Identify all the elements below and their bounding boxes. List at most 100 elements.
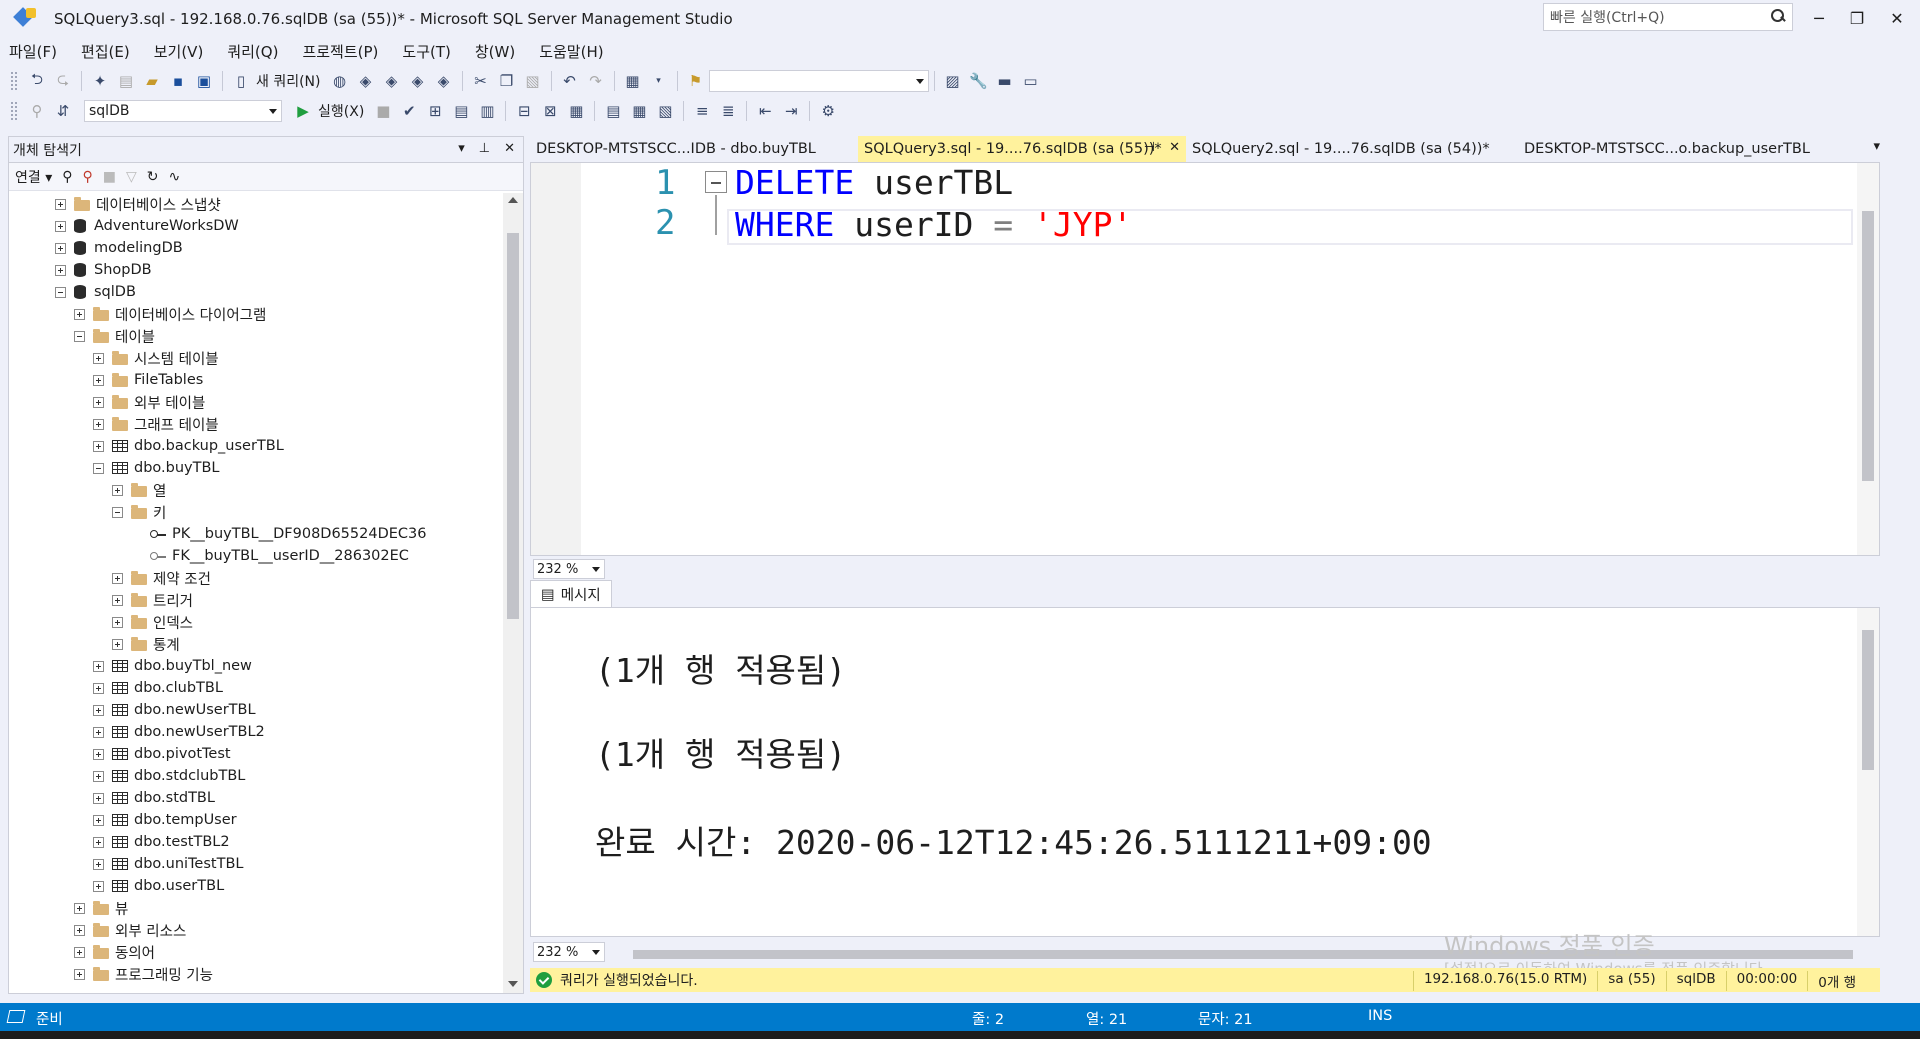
tree-node[interactable]: 데이터베이스 다이어그램 <box>74 303 266 325</box>
expand-icon[interactable] <box>93 352 104 364</box>
tree-node[interactable]: 그래프 테이블 <box>93 413 219 435</box>
collapse-icon[interactable] <box>705 171 727 193</box>
new-query-icon[interactable]: ▯ <box>230 70 252 92</box>
results-to-file-icon[interactable]: ▧ <box>654 100 676 122</box>
tree-node[interactable]: 제약 조건 <box>112 567 211 589</box>
code-line-2[interactable]: WHERE userID = 'JYP' <box>735 205 1132 244</box>
specify-values-icon[interactable]: ⚙ <box>817 100 839 122</box>
tree-node[interactable]: dbo.tempUser <box>93 809 237 831</box>
tree-node[interactable]: dbo.buyTbl_new <box>93 655 252 677</box>
back-icon[interactable]: ⮌ <box>26 70 48 92</box>
tab-overflow-icon[interactable]: ▾ <box>1873 139 1880 154</box>
code-line-1[interactable]: DELETE userTBL <box>735 163 1013 202</box>
object-explorer-scrollbar[interactable] <box>503 193 523 993</box>
tab-sqlquery2[interactable]: SQLQuery2.sql - 19....76.sqlDB (sa (54))… <box>1186 136 1518 162</box>
tree-node[interactable]: dbo.testTBL2 <box>93 831 230 853</box>
results-zoom-combo[interactable]: 232 % <box>533 942 605 962</box>
tree-node[interactable]: 데이터베이스 스냅샷 <box>55 193 221 215</box>
expand-icon[interactable] <box>112 572 123 584</box>
tree-node[interactable]: 인덱스 <box>112 611 193 633</box>
expand-icon[interactable] <box>55 198 66 210</box>
cut-icon[interactable]: ✂ <box>470 70 492 92</box>
menu-project[interactable]: 프로젝트(P) <box>299 41 381 62</box>
database-engine-query-icon[interactable]: ◍ <box>329 70 351 92</box>
connect-icon[interactable]: ⚲ <box>26 100 48 122</box>
tree-node[interactable]: sqlDB <box>55 281 136 303</box>
menu-window[interactable]: 창(W) <box>472 41 518 62</box>
save-all-icon[interactable]: ▣ <box>193 70 215 92</box>
collapse-icon[interactable] <box>55 286 66 298</box>
change-connection-icon[interactable]: ⇵ <box>52 100 74 122</box>
expand-icon[interactable] <box>93 880 104 892</box>
tree-node[interactable]: dbo.pivotTest <box>93 743 231 765</box>
intellisense-icon[interactable]: ▥ <box>476 100 498 122</box>
live-stats-icon[interactable]: ⊠ <box>539 100 561 122</box>
query-designer-icon[interactable]: ▤ <box>450 100 472 122</box>
close-icon[interactable]: ✕ <box>504 141 515 156</box>
scrollbar-thumb[interactable] <box>1862 630 1874 770</box>
tree-node[interactable]: 트리거 <box>112 589 193 611</box>
client-stats-icon[interactable]: ▦ <box>565 100 587 122</box>
include-plan-icon[interactable]: ⊟ <box>513 100 535 122</box>
comment-icon[interactable]: ≡ <box>691 100 713 122</box>
messages-scrollbar[interactable] <box>1857 608 1879 936</box>
tree-node[interactable]: dbo.uniTestTBL <box>93 853 243 875</box>
solution-explorer-icon[interactable]: ▨ <box>942 70 964 92</box>
find-in-files-icon[interactable]: ⚑ <box>685 70 707 92</box>
properties-icon[interactable]: 🔧 <box>968 70 990 92</box>
activity-monitor-icon[interactable]: ∿ <box>169 169 181 185</box>
refresh-icon[interactable]: ↻ <box>147 169 159 185</box>
expand-icon[interactable] <box>93 682 104 694</box>
expand-icon[interactable] <box>93 660 104 672</box>
menu-tools[interactable]: 도구(T) <box>399 41 453 62</box>
command-window-icon[interactable]: ▭ <box>1020 70 1042 92</box>
filter-icon[interactable]: ▽ <box>126 169 137 185</box>
cancel-query-icon[interactable]: ■ <box>372 100 394 122</box>
expand-icon[interactable] <box>74 968 85 980</box>
redo-icon[interactable]: ↷ <box>585 70 607 92</box>
menu-help[interactable]: 도움말(H) <box>536 41 606 62</box>
expand-icon[interactable] <box>93 726 104 738</box>
expand-icon[interactable] <box>74 308 85 320</box>
toolbar-grip[interactable] <box>10 101 18 121</box>
tree-node[interactable]: dbo.clubTBL <box>93 677 223 699</box>
tree-node[interactable]: dbo.backup_userTBL <box>93 435 284 457</box>
pin-icon[interactable]: ⊥ <box>479 141 490 156</box>
new-project-icon[interactable]: ✦ <box>89 70 111 92</box>
tree-node[interactable]: dbo.userTBL <box>93 875 224 897</box>
execute-icon[interactable]: ▶ <box>292 100 314 122</box>
expand-icon[interactable] <box>93 704 104 716</box>
save-icon[interactable]: ▪ <box>167 70 189 92</box>
tree-node[interactable]: 동의어 <box>74 941 155 963</box>
tree-node[interactable]: 키 <box>112 501 166 523</box>
paste-icon[interactable]: ▧ <box>522 70 544 92</box>
xmla-query-icon[interactable]: ◈ <box>407 70 429 92</box>
connect-dropdown[interactable]: 연결 ▾ <box>15 167 52 187</box>
collapse-icon[interactable] <box>74 330 85 342</box>
dmx-query-icon[interactable]: ◈ <box>381 70 403 92</box>
close-icon[interactable]: ✕ <box>1169 140 1180 155</box>
chevron-down-icon[interactable]: ▾ <box>458 141 465 156</box>
available-databases-combo[interactable]: sqlDB <box>84 100 282 122</box>
tab-messages[interactable]: ▤ 메시지 <box>530 580 612 608</box>
tree-node[interactable]: dbo.newUserTBL2 <box>93 721 265 743</box>
dax-query-icon[interactable]: ◈ <box>433 70 455 92</box>
find-combo[interactable] <box>708 70 929 92</box>
expand-icon[interactable] <box>74 946 85 958</box>
disconnect-icon[interactable]: ⚲ <box>83 169 93 185</box>
tree-node[interactable]: ShopDB <box>55 259 152 281</box>
tab-sqlquery3[interactable]: SQLQuery3.sql - 19....76.sqlDB (sa (55))… <box>858 136 1186 162</box>
quick-launch-input[interactable]: 빠른 실행(Ctrl+Q) <box>1543 3 1793 31</box>
tree-node[interactable]: modelingDB <box>55 237 183 259</box>
undo-icon[interactable]: ↶ <box>559 70 581 92</box>
collapse-icon[interactable] <box>112 506 123 518</box>
editor-scrollbar[interactable] <box>1857 163 1879 555</box>
editor-zoom-combo[interactable]: 232 % <box>533 559 605 579</box>
dropdown-arrow-icon[interactable]: ▾ <box>648 70 670 92</box>
expand-icon[interactable] <box>112 616 123 628</box>
tree-node[interactable]: PK__buyTBL__DF908D65524DEC36 <box>131 523 427 545</box>
tree-node[interactable]: 외부 테이블 <box>93 391 205 413</box>
tree-node[interactable]: 시스템 테이블 <box>93 347 219 369</box>
menu-query[interactable]: 쿼리(Q) <box>224 41 281 62</box>
stop-icon[interactable]: ■ <box>103 169 116 185</box>
